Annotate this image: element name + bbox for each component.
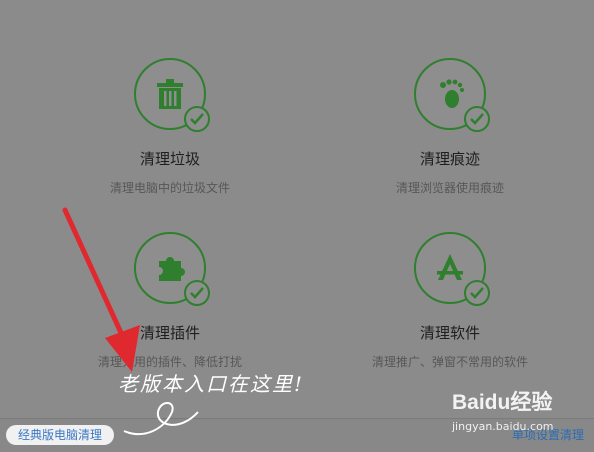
watermark-brand: Baidu经验 — [452, 391, 553, 414]
baidu-watermark: Baidu经验 jingyan.baidu.com — [452, 386, 584, 436]
watermark-url: jingyan.baidu.com — [452, 420, 554, 433]
annotation-text: 老版本入口在这里! — [118, 372, 305, 396]
